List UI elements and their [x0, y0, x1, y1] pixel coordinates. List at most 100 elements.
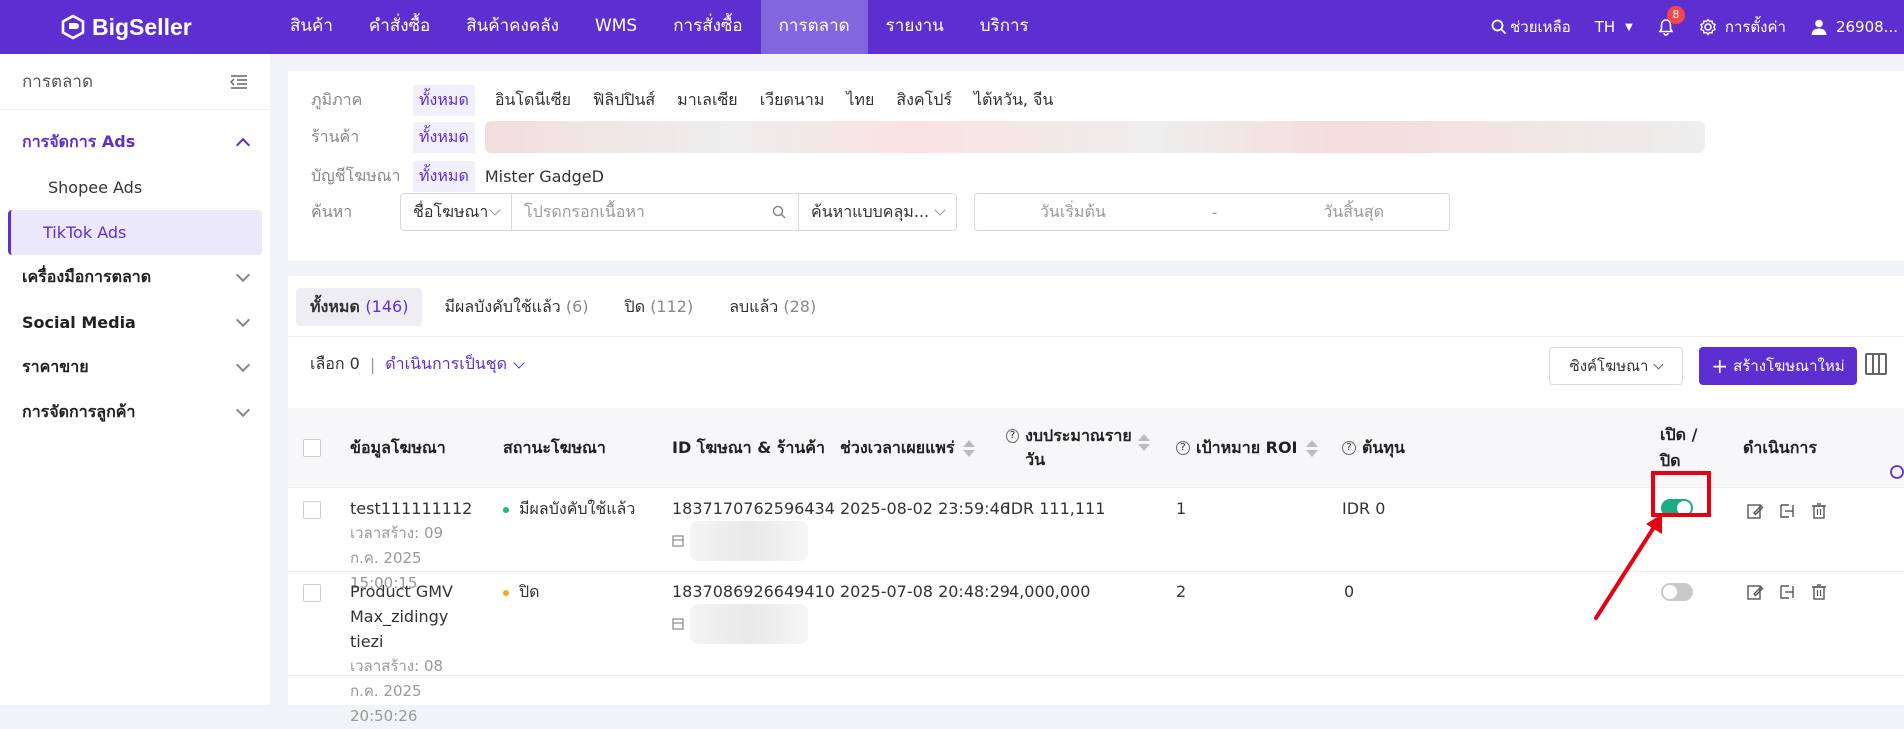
- sort-icon[interactable]: [1305, 439, 1318, 457]
- settings-link[interactable]: การตั้งค่า: [1699, 15, 1786, 39]
- caret-down-icon: ▼: [1625, 21, 1633, 33]
- sync-ads-button[interactable]: ซิงค์โฆษณา: [1549, 347, 1683, 385]
- top-navigation-bar: BigSeller สินค้า คำสั่งซื้อ สินค้าคงคลัง…: [0, 0, 1904, 54]
- create-ad-button[interactable]: + สร้างโฆษณาใหม่: [1699, 347, 1857, 385]
- nav-services[interactable]: บริการ: [962, 0, 1047, 54]
- notification-button[interactable]: 8: [1657, 6, 1685, 36]
- delete-icon[interactable]: [1810, 583, 1828, 601]
- nav-orders[interactable]: คำสั่งซื้อ: [351, 0, 448, 54]
- sidebar-section-label: ราคาขาย: [22, 357, 89, 376]
- ad-status: มีผลบังคับใช้แล้ว: [503, 496, 635, 521]
- nav-products[interactable]: สินค้า: [272, 0, 351, 54]
- tab-label: ลบแล้ว: [729, 297, 779, 316]
- chevron-down-icon: [934, 204, 946, 216]
- search-icon: [772, 205, 786, 219]
- ad-created-time: เวลาสร้าง: 08 ก.ค. 2025 20:50:26: [350, 657, 444, 725]
- sidebar-item-shopee-ads[interactable]: Shopee Ads: [8, 165, 262, 210]
- nav-reports[interactable]: รายงาน: [868, 0, 962, 54]
- tab-active[interactable]: มีผลบังคับใช้แล้ว (6): [430, 288, 602, 326]
- status-tabs: ทั้งหมด (146) มีผลบังคับใช้แล้ว (6) ปิด …: [296, 288, 838, 326]
- row-checkbox[interactable]: [303, 501, 321, 519]
- help-label: ช่วยเหลือ: [1510, 18, 1571, 36]
- tab-deleted[interactable]: ลบแล้ว (28): [715, 288, 830, 326]
- account-label: บัญชีโฆษณา: [311, 166, 401, 185]
- tab-paused[interactable]: ปิด (112): [611, 288, 708, 326]
- batch-actions-dropdown[interactable]: ดำเนินการเป็นชุด: [385, 352, 507, 377]
- nav-inventory[interactable]: สินค้าคงคลัง: [448, 0, 577, 54]
- duplicate-icon[interactable]: [1779, 583, 1797, 601]
- search-icon[interactable]: [1888, 464, 1904, 480]
- tab-count: (146): [365, 297, 409, 316]
- nav-purchase[interactable]: การสั่งซื้อ: [655, 0, 760, 54]
- column-settings-icon[interactable]: [1865, 353, 1887, 375]
- date-end-placeholder: วันสิ้นสุด: [1323, 201, 1385, 221]
- ad-name[interactable]: test111111112: [350, 496, 475, 521]
- search-icon: [1491, 19, 1507, 35]
- search-mode-select[interactable]: ค้นหาแบบคลุม...: [799, 193, 957, 231]
- col-cost[interactable]: ? ต้นทุน: [1342, 408, 1405, 488]
- account-option[interactable]: Mister GadgeD: [485, 167, 604, 186]
- region-option[interactable]: ไทย: [846, 88, 874, 113]
- tab-count: (28): [783, 297, 817, 316]
- bigseller-logo[interactable]: BigSeller: [60, 14, 260, 41]
- store-all-tag[interactable]: ทั้งหมด: [413, 121, 475, 153]
- tab-divider: [288, 336, 1904, 337]
- ad-id: 1837086926649410: [672, 582, 835, 601]
- collapse-sidebar-icon[interactable]: [230, 74, 248, 90]
- sort-icon[interactable]: [1138, 434, 1150, 451]
- col-daily-budget[interactable]: ? งบประมาณรายวัน: [1006, 408, 1142, 488]
- sidebar-section-marketing-tools[interactable]: เครื่องมือการตลาด: [0, 255, 270, 300]
- nav-wms[interactable]: WMS: [577, 0, 655, 54]
- language-select[interactable]: TH ▼: [1595, 18, 1633, 36]
- duplicate-icon[interactable]: [1779, 502, 1797, 520]
- search-input[interactable]: โปรดกรอกเนื้อหา: [512, 193, 799, 231]
- tab-all[interactable]: ทั้งหมด (146): [296, 288, 423, 326]
- status-text: มีผลบังคับใช้แล้ว: [519, 499, 636, 518]
- question-icon: ?: [1006, 429, 1020, 443]
- target-roi: 2: [1176, 582, 1187, 601]
- region-option[interactable]: มาเลเซีย: [677, 88, 738, 113]
- sidebar-item-tiktok-ads[interactable]: TikTok Ads: [8, 210, 262, 255]
- region-option[interactable]: ฟิลิปปินส์: [593, 88, 655, 113]
- sidebar-section-pricing[interactable]: ราคาขาย: [0, 345, 270, 390]
- col-target-roi[interactable]: ? เป้าหมาย ROI: [1176, 408, 1318, 488]
- date-separator: -: [1211, 202, 1218, 222]
- bigseller-logo-icon: [61, 14, 85, 40]
- status-text: ปิด: [519, 582, 540, 601]
- col-label: งบประมาณรายวัน: [1025, 426, 1132, 469]
- row-checkbox[interactable]: [303, 584, 321, 602]
- language-label: TH: [1594, 18, 1616, 36]
- store-info: [672, 604, 835, 644]
- ad-name[interactable]: Product GMV Max_zidingy tiezi: [350, 579, 475, 654]
- select-all-checkbox[interactable]: [303, 439, 321, 457]
- chevron-down-icon: [235, 402, 251, 418]
- region-all-tag[interactable]: ทั้งหมด: [413, 85, 475, 116]
- sidebar-section-label: การจัดการ Ads: [22, 132, 136, 151]
- sidebar-section-customer-management[interactable]: การจัดการลูกค้า: [0, 390, 270, 435]
- store-filter-row: ร้านค้า ทั้งหมด: [311, 121, 1705, 153]
- sort-icon[interactable]: [962, 439, 975, 457]
- delete-icon[interactable]: [1810, 502, 1828, 520]
- region-option[interactable]: เวียดนาม: [760, 88, 825, 113]
- sidebar-section-label: การจัดการลูกค้า: [22, 402, 136, 421]
- sidebar-section-label: Social Media: [22, 313, 136, 332]
- sidebar-section-ads-management[interactable]: การจัดการ Ads: [0, 120, 270, 165]
- date-range-picker[interactable]: วันเริ่มต้น - วันสิ้นสุด: [974, 193, 1450, 231]
- search-field-select[interactable]: ชื่อโฆษณา: [400, 193, 512, 231]
- store-list-redacted: [484, 121, 1705, 153]
- sidebar-section-social-media[interactable]: Social Media: [0, 300, 270, 345]
- account-all-tag[interactable]: ทั้งหมด: [413, 161, 475, 192]
- user-menu[interactable]: 26908...: [1810, 18, 1898, 36]
- logo-text: BigSeller: [92, 13, 192, 40]
- col-label: ช่วงเวลาเผยแพร่: [840, 437, 955, 457]
- edit-icon[interactable]: [1746, 583, 1764, 601]
- col-period[interactable]: ช่วงเวลาเผยแพร่: [840, 408, 975, 488]
- nav-marketing[interactable]: การตลาด: [760, 0, 868, 54]
- region-option[interactable]: อินโดนีเซีย: [495, 88, 571, 113]
- region-option[interactable]: สิงคโปร์: [896, 88, 952, 113]
- help-link[interactable]: ช่วยเหลือ: [1491, 15, 1571, 39]
- daily-budget: 4,000,000: [1009, 582, 1091, 601]
- tab-count: (112): [650, 297, 694, 316]
- region-option[interactable]: ไต้หวัน, จีน: [974, 88, 1053, 113]
- edit-icon[interactable]: [1746, 502, 1764, 520]
